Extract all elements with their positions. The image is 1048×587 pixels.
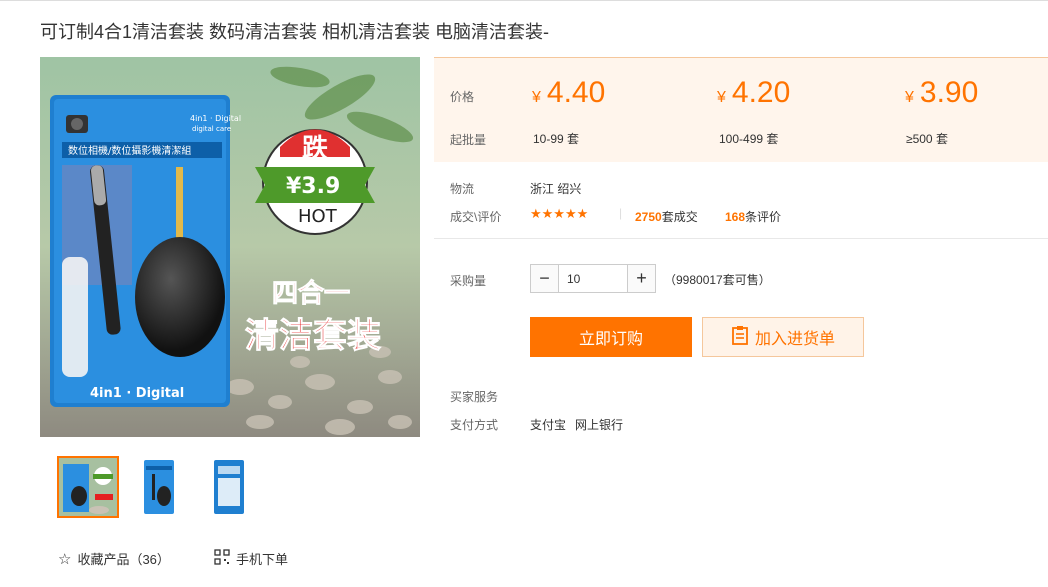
- mobile-order[interactable]: 手机下单: [214, 549, 288, 568]
- add-to-cart-button[interactable]: 加入进货单: [702, 317, 864, 357]
- deal-count[interactable]: 2750套成交: [635, 208, 698, 225]
- star-outline-icon: ☆: [58, 550, 72, 568]
- clipboard-icon: [731, 325, 749, 350]
- quantity-label: 采购量: [450, 274, 487, 288]
- thumbnail-3[interactable]: [198, 456, 260, 518]
- section-divider: [434, 238, 1048, 239]
- badge-top-text: 跌: [302, 134, 328, 164]
- badge-hot-text: HOT: [298, 206, 338, 227]
- package-top-sub: digital care: [192, 125, 231, 133]
- product-photo: 4in1 · Digital digital care 数位相機/数位攝影機清潔…: [40, 57, 420, 437]
- quantity-input[interactable]: 10: [559, 265, 627, 292]
- payment-alipay: 支付宝: [530, 418, 567, 432]
- favorite-label: 收藏产品（36）: [77, 552, 170, 567]
- rating-stars: ★★★★★: [530, 206, 589, 221]
- payment-label: 支付方式: [450, 418, 499, 432]
- moq-tier-3: ≥500 套: [906, 132, 948, 146]
- package-band-text: 数位相機/数位攝影機清潔組: [68, 144, 191, 157]
- thumbnail-1-image: [59, 458, 117, 516]
- price-label: 价格: [450, 90, 475, 104]
- mobile-order-label: 手机下单: [236, 552, 289, 567]
- top-divider: [0, 0, 1048, 1]
- reviews-label: 成交\评价: [450, 210, 502, 224]
- thumbnail-2-image: [128, 456, 190, 518]
- price-panel: 价格 起批量 ¥4.40 ¥4.20 ¥3.90 10-99 套 100-499…: [434, 57, 1048, 162]
- thumbnail-1[interactable]: [57, 456, 119, 518]
- thumbnail-3-image: [198, 456, 260, 518]
- payment-online-banking: 网上银行: [575, 418, 624, 432]
- moq-tier-2: 100-499 套: [719, 132, 779, 146]
- main-product-image[interactable]: 4in1 · Digital digital care 数位相機/数位攝影機清潔…: [40, 57, 420, 437]
- price-tier-2: ¥4.20: [717, 76, 791, 109]
- package-bottom-text: 4in1 · Digital: [90, 386, 184, 401]
- product-title: 可订制4合1清洁套装 数码清洁套装 相机清洁套装 电脑清洁套装-: [40, 22, 550, 42]
- add-to-cart-label: 加入进货单: [754, 331, 835, 348]
- moq-tier-1: 10-99 套: [533, 132, 580, 146]
- overlay-line1: 四合一: [272, 278, 350, 309]
- decrease-button[interactable]: −: [531, 265, 559, 292]
- favorite-product[interactable]: ☆ 收藏产品（36）: [58, 549, 170, 568]
- package-top-text: 4in1 · Digital: [190, 114, 241, 123]
- price-tier-3: ¥3.90: [905, 76, 979, 109]
- increase-button[interactable]: +: [627, 265, 655, 292]
- review-count[interactable]: 168条评价: [725, 208, 781, 225]
- quantity-stepper: − 10 +: [530, 264, 656, 293]
- logistics-value: 浙江 绍兴: [530, 182, 582, 196]
- stock-available: （9980017套可售）: [664, 273, 771, 287]
- qrcode-icon: [214, 549, 230, 568]
- thumbnail-2[interactable]: [128, 456, 190, 518]
- buy-now-button[interactable]: 立即订购: [530, 317, 692, 357]
- overlay-line2: 清洁套装: [245, 316, 381, 356]
- reviews-separator: |: [619, 206, 623, 220]
- price-tier-1: ¥4.40: [532, 76, 606, 109]
- buyer-service-label: 买家服务: [450, 390, 499, 404]
- logistics-label: 物流: [450, 182, 475, 196]
- badge-price-text: ¥3.9: [286, 174, 340, 199]
- moq-label: 起批量: [450, 133, 487, 147]
